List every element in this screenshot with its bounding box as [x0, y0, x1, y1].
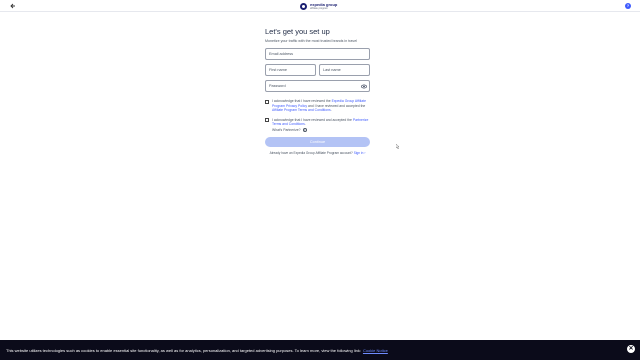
- last-name-field[interactable]: Last name: [319, 64, 370, 76]
- continue-button[interactable]: Continue: [265, 136, 370, 147]
- first-name-field[interactable]: First name: [265, 64, 316, 76]
- whats-partnerize[interactable]: What's Partnerize? i: [272, 127, 371, 132]
- arrow-left-icon[interactable]: [9, 2, 17, 10]
- consent2-prefix: I acknowledge that I have reviewed and a…: [272, 117, 353, 122]
- page-title: Let's get you set up: [265, 27, 330, 36]
- close-icon[interactable]: ✕: [627, 345, 635, 353]
- signin-prefix: Already have an Expedia Group Affiliate …: [269, 150, 354, 155]
- signin-prompt: Already have an Expedia Group Affiliate …: [265, 151, 370, 155]
- cookie-notice-link[interactable]: Cookie Notice: [363, 348, 388, 353]
- partnerize-consent-row: I acknowledge that I have reviewed and a…: [265, 118, 371, 127]
- chevron-right-icon: ›: [363, 150, 366, 155]
- expedia-group-logo[interactable]: expedia group affiliate program: [300, 2, 337, 11]
- email-field[interactable]: Email address: [265, 48, 370, 60]
- partnerize-consent-text: I acknowledge that I have reviewed and a…: [272, 118, 370, 127]
- privacy-consent-checkbox[interactable]: [265, 99, 269, 104]
- consent1-middle: and I have reviewed and accepted the: [307, 103, 366, 108]
- password-field[interactable]: Password: [265, 80, 370, 92]
- mouse-cursor-icon: [396, 144, 400, 149]
- top-navigation-bar: expedia group affiliate program ?: [0, 0, 640, 12]
- info-icon[interactable]: i: [302, 127, 307, 132]
- whats-partnerize-label: What's Partnerize?: [272, 127, 301, 132]
- last-name-placeholder: Last name: [323, 68, 341, 72]
- cookie-banner-text: This website utilizes technologies such …: [6, 348, 388, 353]
- first-name-placeholder: First name: [269, 68, 287, 72]
- signup-form: Let's get you set up Monetize your traff…: [265, 27, 371, 155]
- affiliate-terms-link[interactable]: Affiliate Program Terms and Conditions: [272, 108, 331, 112]
- cookie-banner: This website utilizes technologies such …: [0, 340, 640, 360]
- brand-sub: affiliate program: [310, 6, 328, 10]
- consent2-suffix: .: [304, 122, 306, 127]
- eye-icon[interactable]: [361, 84, 367, 91]
- expedia-logo-icon: [300, 3, 307, 10]
- name-row: First name Last name: [265, 64, 371, 76]
- email-placeholder: Email address: [269, 52, 294, 56]
- logo-text: expedia group affiliate program: [310, 3, 337, 10]
- privacy-consent-row: I acknowledge that I have reviewed the E…: [265, 99, 371, 113]
- privacy-consent-text: I acknowledge that I have reviewed the E…: [272, 99, 370, 113]
- consent1-suffix: .: [330, 108, 332, 113]
- signin-link[interactable]: Sign in: [354, 151, 364, 155]
- help-circle-icon[interactable]: ?: [625, 3, 631, 9]
- page-subtitle: Monetize your traffic with the most trus…: [265, 39, 358, 43]
- cookie-text: This website utilizes technologies such …: [6, 347, 361, 353]
- consent1-prefix: I acknowledge that I have reviewed the: [272, 99, 332, 103]
- password-placeholder: Password: [269, 84, 286, 88]
- partnerize-consent-checkbox[interactable]: [265, 118, 269, 123]
